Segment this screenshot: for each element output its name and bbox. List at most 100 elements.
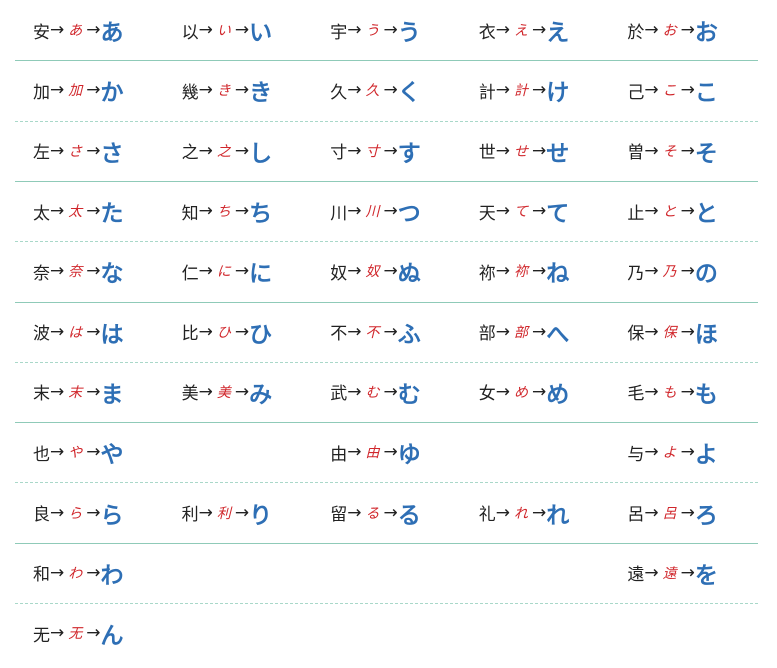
arrow: → xyxy=(495,201,511,222)
hiragana: ふ xyxy=(397,321,421,348)
kana-cell: 衣 → え → え xyxy=(461,0,610,60)
cursive-form: え xyxy=(514,23,529,40)
source-kanji: 不 xyxy=(330,324,348,345)
kana-cell xyxy=(164,543,313,603)
kana-cell: 仁 → に → に xyxy=(164,241,313,301)
cursive-form: よ xyxy=(662,445,677,462)
cursive-form: お xyxy=(662,23,677,40)
cursive-form: に xyxy=(216,264,231,281)
table-row: 波 → は → は比 → ひ → ひ不 → 不 → ふ部 → 部 → へ保 → 保 → ほ xyxy=(15,301,758,361)
arrow: → xyxy=(347,381,362,402)
kana-cell: 止 → と → と xyxy=(609,181,758,241)
hiragana: れ xyxy=(546,502,570,529)
hiragana: め xyxy=(546,381,570,408)
hiragana: む xyxy=(397,381,421,408)
kana-cell: 末 → 末 → ま xyxy=(15,362,164,422)
kana-cell: 武 → む → む xyxy=(312,362,461,422)
source-kanji: 和 xyxy=(33,565,50,586)
arrow: → xyxy=(50,381,65,402)
cursive-form: 太 xyxy=(68,204,83,221)
arrow: → xyxy=(198,261,213,282)
hiragana: ま xyxy=(100,381,124,408)
kana-cell xyxy=(609,603,758,663)
hiragana: と xyxy=(694,201,718,228)
arrow: → xyxy=(347,442,362,463)
hiragana: ろ xyxy=(694,502,718,529)
kana-cell: 波 → は → は xyxy=(15,301,164,361)
kana-cell: 左 → さ → さ xyxy=(15,121,164,181)
hiragana: り xyxy=(249,502,273,529)
arrow: → xyxy=(198,140,213,161)
arrow: → xyxy=(86,381,101,402)
source-kanji: 波 xyxy=(33,324,50,345)
cursive-form: 部 xyxy=(514,324,529,341)
hiragana: つ xyxy=(397,201,421,228)
arrow: → xyxy=(644,562,659,583)
arrow: → xyxy=(86,502,101,523)
arrow: → xyxy=(86,442,101,463)
kana-cell: 知 → ち → ち xyxy=(164,181,313,241)
source-kanji: 左 xyxy=(33,143,50,164)
source-kanji: 天 xyxy=(478,203,496,224)
kana-cell: 良 → ら → ら xyxy=(15,482,164,542)
source-kanji: 幾 xyxy=(181,82,199,103)
hiragana: あ xyxy=(100,20,124,47)
arrow: → xyxy=(347,321,362,342)
source-kanji: 良 xyxy=(33,505,50,526)
arrow: → xyxy=(50,80,65,101)
cursive-form: め xyxy=(514,384,529,401)
kana-cell xyxy=(461,603,610,663)
kana-origin-table: 安 → あ → あ以 → い → い宇 → う → う衣 → え → え於 → お → お加 → 加 → か幾 → き → き久 → 久 → く… xyxy=(15,0,758,663)
kana-cell xyxy=(164,422,313,482)
cursive-form: 奴 xyxy=(365,264,380,281)
source-kanji: 奈 xyxy=(33,263,50,284)
cursive-form: る xyxy=(365,505,380,522)
kana-cell xyxy=(461,422,610,482)
arrow: → xyxy=(234,20,250,41)
table-row: 左 → さ → さ之 → 之 → し寸 → 寸 → す世 → せ → せ曽 → そ → そ xyxy=(15,121,758,181)
source-kanji: 川 xyxy=(330,203,348,224)
arrow: → xyxy=(86,20,101,41)
cursive-form: れ xyxy=(514,505,529,522)
arrow: → xyxy=(532,140,547,161)
arrow: → xyxy=(532,381,547,402)
kana-cell: 安 → あ → あ xyxy=(15,0,164,60)
arrow: → xyxy=(680,381,695,402)
table-row: 奈 → 奈 → な仁 → に → に奴 → 奴 → ぬ祢 → 祢 → ね乃 → 乃 → の xyxy=(15,241,758,301)
arrow: → xyxy=(680,442,695,463)
kana-cell: 宇 → う → う xyxy=(312,0,461,60)
arrow: → xyxy=(532,20,547,41)
source-kanji: 礼 xyxy=(478,505,496,526)
cursive-form: 保 xyxy=(662,324,677,341)
cursive-form: 久 xyxy=(365,83,380,100)
hiragana: る xyxy=(397,502,421,529)
arrow: → xyxy=(50,623,65,644)
source-kanji: 乃 xyxy=(627,263,645,284)
cursive-form: 乃 xyxy=(662,264,677,281)
hiragana: そ xyxy=(694,140,718,167)
kana-cell: 之 → 之 → し xyxy=(164,121,313,181)
arrow: → xyxy=(532,261,547,282)
hiragana: わ xyxy=(100,562,124,589)
kana-cell: 奈 → 奈 → な xyxy=(15,241,164,301)
arrow: → xyxy=(532,502,547,523)
hiragana: お xyxy=(694,20,718,47)
hiragana: に xyxy=(249,261,273,288)
kana-cell: 幾 → き → き xyxy=(164,60,313,120)
source-kanji: 末 xyxy=(33,384,50,405)
arrow: → xyxy=(644,201,659,222)
arrow: → xyxy=(680,80,695,101)
arrow: → xyxy=(347,80,362,101)
table-row: 良 → ら → ら利 → 利 → り留 → る → る礼 → れ → れ呂 → 呂 → ろ xyxy=(15,482,758,542)
hiragana: ほ xyxy=(694,321,718,348)
table-row: 也 → や → や由 → 由 → ゆ与 → よ → よ xyxy=(15,422,758,482)
cursive-form: ち xyxy=(216,204,231,221)
kana-cell: 川 → 川 → つ xyxy=(312,181,461,241)
kana-cell xyxy=(312,543,461,603)
arrow: → xyxy=(50,20,65,41)
cursive-form: 由 xyxy=(365,445,380,462)
cursive-form: は xyxy=(68,324,83,341)
arrow: → xyxy=(234,321,250,342)
hiragana: て xyxy=(546,201,570,228)
arrow: → xyxy=(495,261,511,282)
